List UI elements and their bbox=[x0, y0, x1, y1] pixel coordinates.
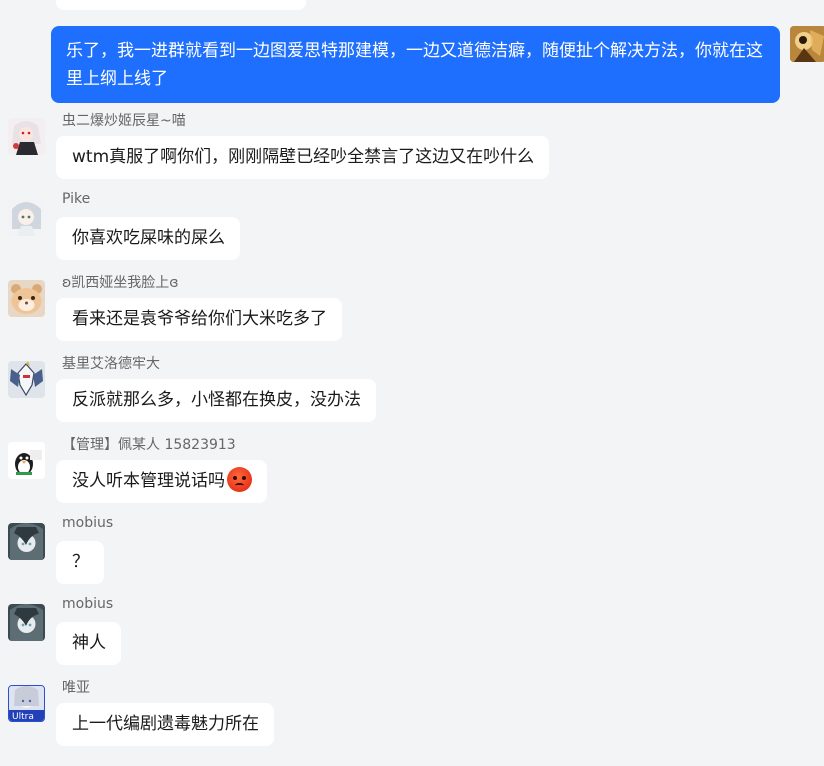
sender-name[interactable]: 虫二爆炒姬辰星~喵 bbox=[62, 110, 186, 130]
previous-message-bubble[interactable] bbox=[56, 0, 306, 10]
chat-area: 乐了，我一进群就看到一边图爱思特那建模，一边又道德洁癖，随便扯个解决方法，你就在… bbox=[0, 0, 824, 752]
message-bubble[interactable]: 反派就那么多，小怪都在换皮，没办法 bbox=[56, 379, 376, 422]
message-bubble[interactable]: wtm真服了啊你们，刚刚隔壁已经吵全禁言了这边又在吵什么 bbox=[56, 136, 550, 179]
sender-name[interactable]: mobius bbox=[62, 596, 113, 612]
self-message: 乐了，我一进群就看到一边图爱思特那建模，一边又道德洁癖，随便扯个解决方法，你就在… bbox=[51, 26, 780, 103]
svg-text:Ultra: Ultra bbox=[12, 712, 34, 721]
message-row: mobius 神人 bbox=[0, 596, 824, 685]
sender-avatar[interactable] bbox=[8, 523, 45, 560]
sender-avatar[interactable] bbox=[8, 361, 45, 398]
sender-avatar[interactable] bbox=[8, 280, 45, 317]
sender-name[interactable]: 唯亚 bbox=[62, 677, 90, 697]
message-row: Ultra 唯亚 上一代编剧遗毒魅力所在 bbox=[0, 680, 824, 766]
sender-avatar[interactable]: Ultra bbox=[8, 685, 45, 722]
message-bubble[interactable]: ？ bbox=[56, 541, 104, 584]
sender-name[interactable]: 【管理】佩某人 15823913 bbox=[62, 434, 236, 454]
message-row: 基里艾洛德牢大 反派就那么多，小怪都在换皮，没办法 bbox=[0, 356, 824, 442]
sender-avatar[interactable] bbox=[8, 442, 45, 479]
sender-name[interactable]: ʚ凯西娅坐我脸上ɞ bbox=[62, 272, 179, 292]
message-bubble[interactable]: 你喜欢吃屎味的屎么 bbox=[56, 217, 240, 260]
message-row: Pike 你喜欢吃屎味的屎么 bbox=[0, 191, 824, 280]
message-text: 没人听本管理说话吗 bbox=[72, 471, 225, 491]
message-row: mobius ？ bbox=[0, 515, 824, 604]
angry-face-emoji-icon bbox=[227, 467, 252, 492]
sender-avatar[interactable] bbox=[8, 199, 45, 236]
message-row: 虫二爆炒姬辰星~喵 wtm真服了啊你们，刚刚隔壁已经吵全禁言了这边又在吵什么 bbox=[0, 113, 824, 199]
self-avatar[interactable] bbox=[790, 26, 824, 62]
message-bubble[interactable]: 上一代编剧遗毒魅力所在 bbox=[56, 703, 274, 746]
sender-name[interactable]: 基里艾洛德牢大 bbox=[62, 353, 160, 373]
message-row: ʚ凯西娅坐我脸上ɞ 看来还是袁爷爷给你们大米吃多了 bbox=[0, 275, 824, 361]
message-bubble[interactable]: 没人听本管理说话吗 bbox=[56, 460, 267, 503]
message-bubble[interactable]: 神人 bbox=[56, 622, 121, 665]
message-row: 【管理】佩某人 15823913 没人听本管理说话吗 bbox=[0, 437, 824, 523]
self-message-bubble[interactable]: 乐了，我一进群就看到一边图爱思特那建模，一边又道德洁癖，随便扯个解决方法，你就在… bbox=[51, 26, 780, 103]
sender-name[interactable]: mobius bbox=[62, 515, 113, 531]
sender-avatar[interactable] bbox=[8, 118, 45, 155]
sender-avatar[interactable] bbox=[8, 604, 45, 641]
sender-name[interactable]: Pike bbox=[62, 191, 90, 207]
message-bubble[interactable]: 看来还是袁爷爷给你们大米吃多了 bbox=[56, 298, 342, 341]
